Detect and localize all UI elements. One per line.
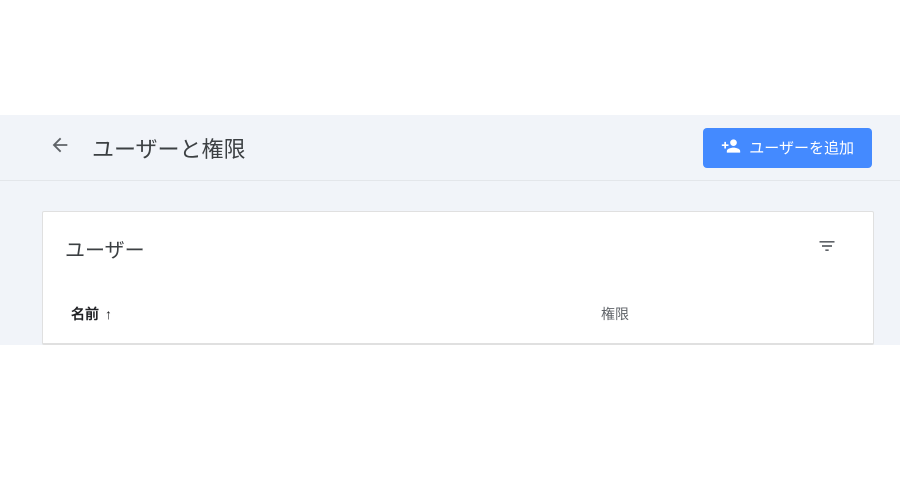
person-add-icon: [721, 136, 741, 160]
column-header-permission[interactable]: 権限: [601, 304, 629, 324]
page-header: ユーザーと権限 ユーザーを追加: [0, 115, 900, 181]
sort-ascending-icon: ↑: [105, 307, 112, 321]
filter-button[interactable]: [809, 230, 845, 266]
back-button[interactable]: [42, 130, 78, 166]
page-title: ユーザーと権限: [92, 132, 703, 164]
add-user-button-label: ユーザーを追加: [749, 137, 854, 158]
filter-list-icon: [817, 236, 837, 261]
arrow-left-icon: [49, 134, 71, 161]
card-header: ユーザー: [43, 212, 873, 284]
content-area: ユーザー 名前 ↑ 権限: [0, 181, 900, 345]
column-header-name[interactable]: 名前 ↑: [71, 304, 601, 324]
top-whitespace: [0, 0, 900, 115]
users-card: ユーザー 名前 ↑ 権限: [42, 211, 874, 345]
card-title: ユーザー: [65, 234, 809, 263]
add-user-button[interactable]: ユーザーを追加: [703, 128, 872, 168]
table-header-row: 名前 ↑ 権限: [43, 284, 873, 344]
column-name-label: 名前: [71, 304, 99, 324]
